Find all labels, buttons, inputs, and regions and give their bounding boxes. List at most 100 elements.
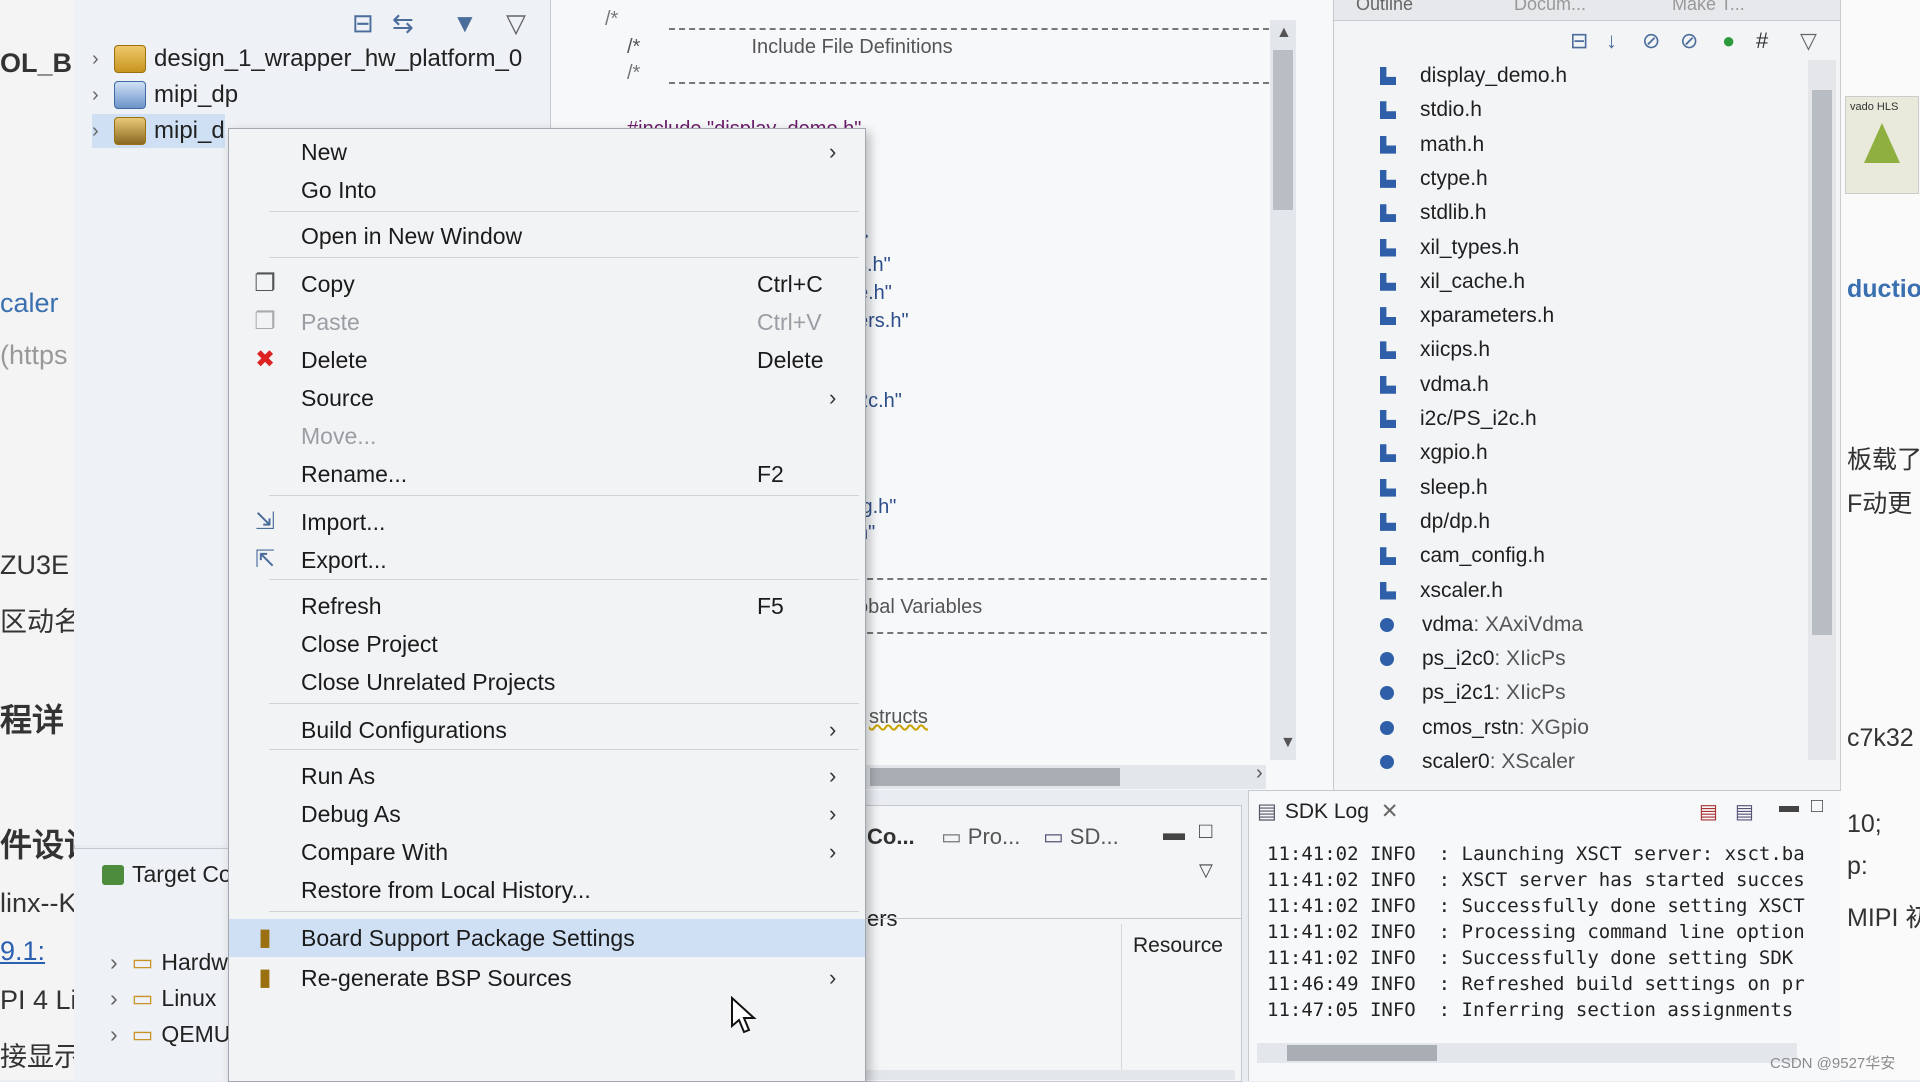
editor-hscroll-thumb[interactable] <box>870 768 1120 786</box>
outline-variable[interactable]: vdma : XAxiVdma <box>1380 609 1583 641</box>
outline-include[interactable]: xgpio.h <box>1380 437 1488 469</box>
clear-log-icon[interactable]: ▤ <box>1699 799 1718 824</box>
minimize-icon[interactable]: ▬ <box>1163 820 1185 846</box>
menu-item-build-configurations[interactable]: Build Configurations › <box>229 711 865 749</box>
menu-item-refresh[interactable]: Refresh F5 <box>229 587 865 625</box>
hide-static-icon[interactable]: ⊘ <box>1680 28 1698 54</box>
menu-item-source[interactable]: Source › <box>229 379 865 417</box>
scroll-lock-icon[interactable]: ▤ <box>1735 799 1754 824</box>
target-item-hardware[interactable]: › ▭ Hardw <box>110 949 228 976</box>
collapse-all-icon[interactable]: ⊟ <box>352 8 374 39</box>
tree-item-hw-platform[interactable]: › design_1_wrapper_hw_platform_0 <box>92 42 522 76</box>
include-icon <box>1380 135 1396 154</box>
outline-variable[interactable]: ps_i2c0 : XIicPs <box>1380 643 1566 675</box>
menu-item-delete[interactable]: ✖ Delete Delete <box>229 341 865 379</box>
editor-scroll-thumb[interactable] <box>1273 50 1293 210</box>
menu-item-restore-from-local-history[interactable]: Restore from Local History... <box>229 871 865 909</box>
outline-include[interactable]: vdma.h <box>1380 369 1489 401</box>
chevron-right-icon[interactable]: › <box>92 120 114 143</box>
chevron-right-icon[interactable]: › <box>92 48 114 71</box>
outline-include[interactable]: xparameters.h <box>1380 300 1554 332</box>
outline-include[interactable]: i2c/PS_i2c.h <box>1380 403 1537 435</box>
target-tab[interactable]: Target Co <box>102 861 232 888</box>
tab-documentation[interactable]: Docum... <box>1514 0 1586 15</box>
chevron-right-icon[interactable]: › <box>110 1021 118 1047</box>
outline-variable[interactable]: cmos_rstn : XGpio <box>1380 712 1589 744</box>
menu-item-rename[interactable]: Rename... F2 <box>229 455 865 493</box>
chevron-right-icon[interactable]: › <box>110 949 118 975</box>
tab-properties[interactable]: ▭ Pro... <box>941 824 1020 850</box>
menu-item-export[interactable]: ⇱ Export... <box>229 541 865 579</box>
menu-item-import[interactable]: ⇲ Import... <box>229 503 865 541</box>
outline-include[interactable]: stdlib.h <box>1380 197 1487 229</box>
hide-nonpublic-icon[interactable]: ● <box>1722 28 1735 54</box>
tab-sdk-log[interactable]: ▤ SDK Log ✕ <box>1257 799 1399 824</box>
menu-item-debug-as[interactable]: Debug As › <box>229 795 865 833</box>
hide-fields-icon[interactable]: ⊘ <box>1642 28 1660 54</box>
menu-item-compare-with[interactable]: Compare With › <box>229 833 865 871</box>
scroll-up-icon[interactable]: ▲ <box>1276 24 1292 42</box>
chevron-right-icon[interactable]: › <box>110 985 118 1011</box>
outline-include[interactable]: ctype.h <box>1380 163 1488 195</box>
outline-include[interactable]: xscaler.h <box>1380 575 1503 607</box>
tab-outline[interactable]: Outline <box>1356 0 1413 15</box>
variable-type: : XAxiVdma <box>1473 612 1584 636</box>
menu-item-paste[interactable]: ❐ Paste Ctrl+V <box>229 303 865 341</box>
collapse-all-icon[interactable]: ⊟ <box>1570 28 1588 54</box>
menu-item-copy[interactable]: ❐ Copy Ctrl+C <box>229 265 865 303</box>
link-editor-icon[interactable]: ⇆ <box>392 8 414 39</box>
outline-include[interactable]: xiicps.h <box>1380 334 1490 366</box>
log-line: 11:47:05 INFO : Inferring section assign… <box>1267 999 1793 1021</box>
menu-item-close-unrelated-projects[interactable]: Close Unrelated Projects <box>229 663 865 701</box>
menu-item-board-support-package-settings[interactable]: ▮ Board Support Package Settings <box>229 919 865 957</box>
group-includes-icon[interactable]: # <box>1756 28 1768 54</box>
menu-item-label: Source <box>301 384 374 411</box>
horizontal-scrollbar[interactable] <box>865 1070 1235 1080</box>
menu-item-label: Board Support Package Settings <box>301 924 635 951</box>
menu-item-go-into[interactable]: Go Into <box>229 171 865 209</box>
variable-name: scaler0 <box>1422 750 1490 773</box>
column-header-resource[interactable]: Resource <box>1133 934 1223 958</box>
menu-item-run-as[interactable]: Run As › <box>229 757 865 795</box>
menu-item-re-generate-bsp-sources[interactable]: ▮ Re-generate BSP Sources › <box>229 959 865 997</box>
chevron-right-icon[interactable]: › <box>92 84 114 107</box>
outline-include[interactable]: math.h <box>1380 129 1484 161</box>
outline-variable[interactable]: ps_i2c1 : XIicPs <box>1380 677 1566 709</box>
maximize-icon[interactable]: □ <box>1811 795 1823 818</box>
menu-item-move[interactable]: Move... <box>229 417 865 455</box>
outline-include[interactable]: display_demo.h <box>1380 60 1567 92</box>
scroll-down-icon[interactable]: ▼ <box>1280 734 1296 752</box>
target-tab-label: Target Co <box>132 861 232 887</box>
outline-include[interactable]: stdio.h <box>1380 94 1482 126</box>
outline-variable[interactable]: scaler0 : XScaler <box>1380 746 1575 778</box>
minimize-icon[interactable]: ▬ <box>1779 795 1799 818</box>
tab-make-targets[interactable]: Make T... <box>1672 0 1745 15</box>
maximize-icon[interactable]: □ <box>1199 818 1212 844</box>
menu-item-new[interactable]: New › <box>229 133 865 171</box>
scroll-right-icon[interactable]: › <box>1256 762 1263 785</box>
menu-item-shortcut: Delete <box>757 346 824 373</box>
close-icon[interactable]: ✕ <box>1381 799 1399 824</box>
menu-item-open-in-new-window[interactable]: Open in New Window <box>229 217 865 255</box>
tab-sdk-terminal[interactable]: ▭ SD... <box>1043 824 1119 850</box>
target-item-linux[interactable]: › ▭ Linux <box>110 985 216 1012</box>
outline-include[interactable]: sleep.h <box>1380 472 1488 504</box>
filter-icon[interactable]: ▼ <box>452 8 478 39</box>
view-menu-icon[interactable]: ▽ <box>506 8 526 39</box>
target-item-qemu[interactable]: › ▭ QEMU <box>110 1021 230 1048</box>
view-menu-icon[interactable]: ▽ <box>1800 28 1817 54</box>
outline-scroll-thumb[interactable] <box>1812 90 1832 635</box>
sort-icon[interactable]: ↓ <box>1606 28 1617 54</box>
variable-icon <box>1380 720 1394 735</box>
outline-include[interactable]: xil_cache.h <box>1380 266 1525 298</box>
view-menu-icon[interactable]: ▽ <box>1199 860 1213 881</box>
outline-include[interactable]: dp/dp.h <box>1380 506 1490 538</box>
tree-item-mipi-dp[interactable]: › mipi_dp <box>92 78 238 112</box>
menu-item-close-project[interactable]: Close Project <box>229 625 865 663</box>
outline-include[interactable]: xil_types.h <box>1380 232 1519 264</box>
outline-include[interactable]: cam_config.h <box>1380 540 1545 572</box>
log-hscroll[interactable] <box>1257 1043 1797 1063</box>
tree-item-mipi-selected[interactable]: › mipi_d <box>92 114 225 148</box>
log-hscroll-thumb[interactable] <box>1287 1045 1437 1061</box>
tab-console[interactable]: Co... <box>867 824 915 850</box>
